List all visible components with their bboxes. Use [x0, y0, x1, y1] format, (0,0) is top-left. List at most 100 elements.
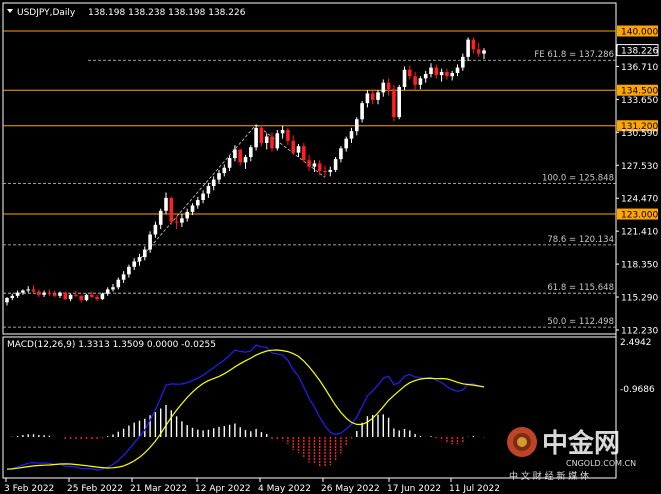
candle-body — [397, 86, 401, 118]
candle-body — [476, 49, 481, 54]
candle-body — [169, 197, 174, 222]
candle-body — [74, 294, 78, 296]
candle-body — [116, 279, 121, 288]
candle-body — [137, 257, 142, 262]
watermark-url: CNGOLD.COM.CN — [566, 459, 636, 468]
candle-body — [312, 163, 317, 167]
candle-body — [105, 289, 110, 294]
candle-body — [111, 287, 115, 290]
candle-body — [15, 292, 20, 296]
candle-body — [206, 186, 211, 194]
macd-tick-bottom: -0.9686 — [620, 385, 655, 395]
candle-body — [222, 167, 227, 174]
candle-body — [201, 193, 205, 201]
candle-body — [408, 69, 412, 77]
candle-body — [190, 205, 195, 212]
date-tick-label: 26 May 2022 — [321, 484, 380, 494]
candle-body — [482, 50, 486, 54]
candle-body — [249, 147, 253, 157]
candle-body — [259, 127, 264, 143]
date-tick-label: 12 Apr 2022 — [195, 484, 251, 494]
candle-body — [317, 163, 322, 171]
candle-body — [58, 292, 62, 296]
candle-body — [302, 146, 306, 161]
candle-body — [174, 221, 179, 223]
level-price-label: 140.000 — [621, 28, 658, 38]
candle-body — [360, 103, 364, 120]
candle-body — [386, 82, 391, 90]
candle-body — [238, 149, 242, 163]
date-tick-label: 3 Feb 2022 — [4, 484, 54, 494]
candle-body — [121, 274, 126, 280]
candle-body — [445, 71, 449, 77]
candle-body — [153, 224, 158, 235]
candle-body — [10, 295, 15, 299]
candle-body — [84, 294, 89, 301]
watermark-tagline: 中 文 财 经 新 媒 体 — [509, 470, 589, 482]
candle-body — [291, 140, 295, 153]
candle-body — [254, 127, 258, 148]
date-tick-label: 25 Feb 2022 — [67, 484, 123, 494]
candle-body — [323, 170, 327, 173]
candle-body — [286, 130, 290, 141]
candle-body — [355, 119, 359, 132]
macd-label: MACD(12,26,9) 1.3313 1.3509 0.0000 -0.02… — [7, 340, 216, 350]
candle-body — [328, 169, 333, 173]
candle-body — [413, 76, 417, 85]
symbol-label: USDJPY,Daily — [17, 8, 76, 18]
candle-body — [158, 210, 163, 225]
candle-body — [233, 149, 237, 159]
candle-body — [402, 69, 407, 87]
candle-body — [296, 146, 301, 153]
price-tick-label: 112.230 — [621, 327, 658, 337]
fib-label: FE 61.8 = 137.286 — [534, 50, 614, 60]
price-axis: 136.710 133.650 130.590 127.530 124.470 121.4… — [616, 63, 658, 337]
price-chart[interactable]: USDJPY,Daily 138.198 138.238 138.198 138… — [0, 0, 661, 494]
fib-label: 61.8 = 115.648 — [547, 283, 614, 293]
candle-body — [21, 290, 25, 293]
candle-body — [90, 294, 94, 297]
current-price-marker: 138.226 — [616, 44, 659, 57]
candle-body — [63, 292, 68, 300]
fib-label: 100.0 = 125.848 — [542, 173, 614, 183]
candle-body — [466, 39, 470, 57]
candle-body — [461, 56, 465, 68]
candle-body — [381, 82, 386, 93]
candle-body — [307, 160, 311, 167]
candle-body — [164, 197, 168, 211]
candle-body — [100, 293, 105, 300]
candle-body — [280, 130, 285, 134]
candle-body — [270, 136, 274, 149]
candle-body — [264, 136, 269, 143]
macd-tick-top: 2.4942 — [620, 338, 652, 348]
candle-body — [68, 294, 73, 300]
candle-body — [5, 298, 9, 303]
candle-body — [31, 289, 36, 292]
candle-body — [429, 67, 433, 75]
price-tick-label: 133.650 — [621, 96, 658, 106]
date-tick-label: 11 Jul 2022 — [449, 484, 500, 494]
price-tick-label: 118.350 — [621, 261, 658, 271]
candle-body — [418, 78, 423, 85]
candle-body — [439, 71, 444, 76]
fib-label: 78.6 = 120.134 — [547, 235, 614, 245]
candle-body — [37, 291, 41, 295]
price-tick-label: 136.710 — [621, 63, 658, 73]
candle-body — [95, 296, 99, 300]
candle-body — [339, 148, 343, 160]
candle-body — [127, 266, 131, 275]
candle-body — [211, 179, 216, 187]
candle-body — [180, 218, 184, 223]
candle-body — [79, 295, 83, 301]
candle-body — [132, 261, 136, 267]
candle-body — [52, 293, 57, 296]
price-tick-label: 121.410 — [621, 228, 658, 238]
candle-body — [434, 67, 439, 76]
current-price-label: 138.226 — [621, 47, 658, 57]
candle-body — [243, 156, 248, 163]
ohlc-values: 138.198 138.238 138.198 138.226 — [88, 8, 246, 18]
candle-body — [376, 92, 380, 100]
candle-body — [423, 74, 428, 79]
candle-body — [275, 133, 280, 149]
price-tick-label: 130.590 — [621, 129, 658, 139]
